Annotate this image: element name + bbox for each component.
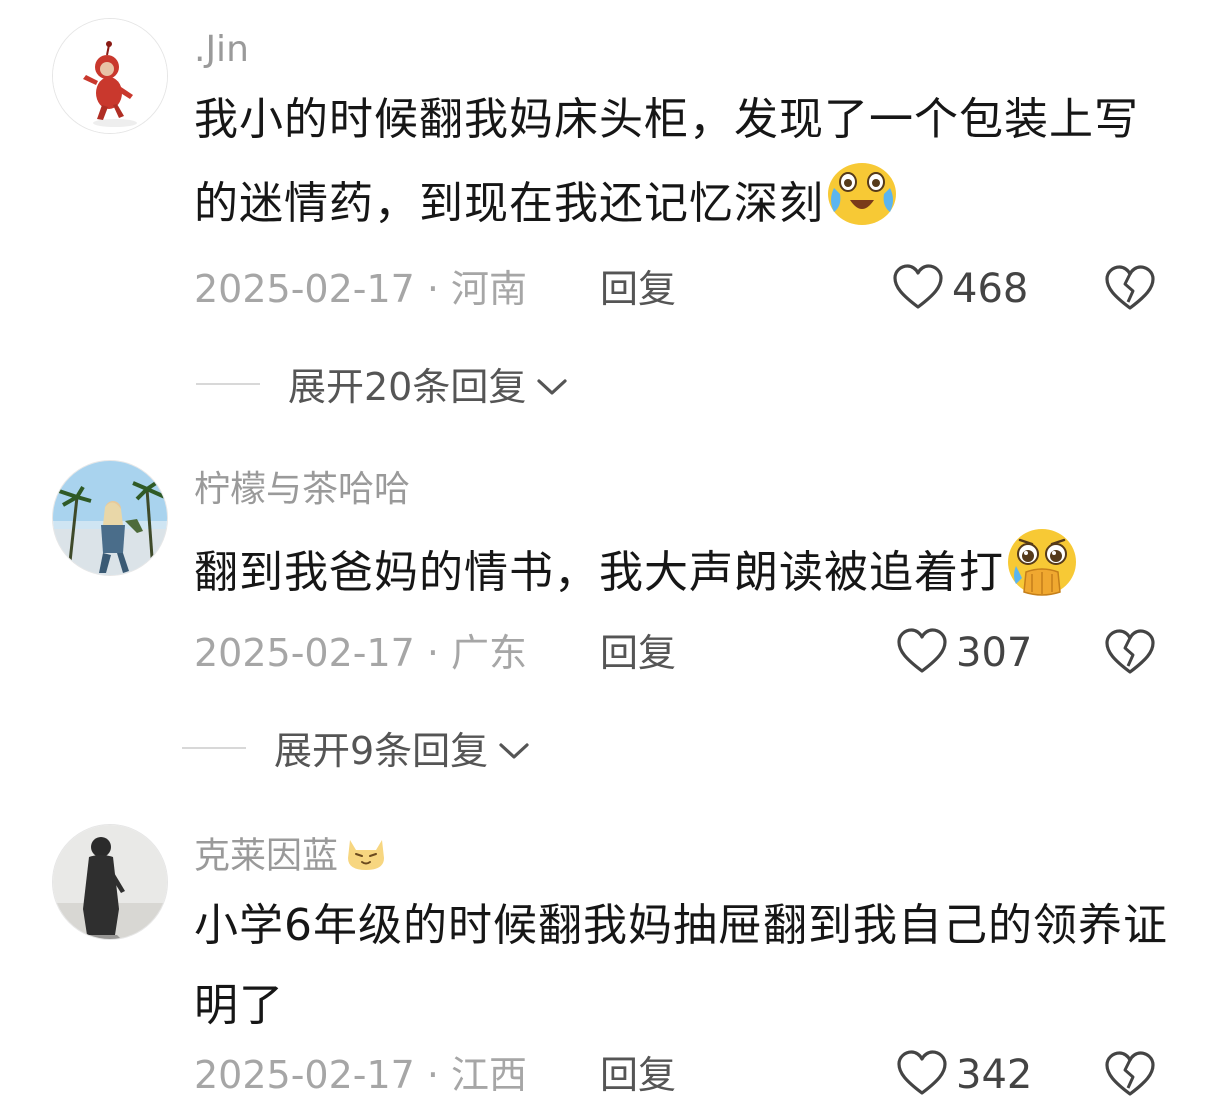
comment-text-content: 翻到我爸妈的情书，我大声朗读被追着打 — [194, 547, 1004, 598]
like-button[interactable]: 468 — [892, 264, 1028, 314]
like-count: 342 — [956, 1052, 1033, 1098]
heart-icon — [892, 263, 944, 315]
comment-date: 2025-02-17 — [194, 1053, 415, 1097]
comment-meta: 2025-02-17 · 江西 — [194, 1050, 527, 1100]
expand-replies-button[interactable]: 展开20条回复 — [196, 356, 568, 411]
comment-meta: 2025-02-17 · 广东 — [194, 628, 527, 678]
comment-meta: 2025-02-17 · 河南 — [194, 264, 527, 314]
crying-laughing-emoji-icon — [826, 160, 898, 252]
comment-text-content: 小学6年级的时候翻我妈抽屉翻到我自己的领养证明了 — [194, 900, 1168, 1031]
expand-replies-label: 展开9条回复 — [274, 729, 489, 773]
chevron-down-icon — [498, 726, 530, 770]
comment-date: 2025-02-17 — [194, 267, 415, 311]
username[interactable]: 克莱因蓝 — [194, 832, 388, 883]
like-count: 307 — [956, 630, 1033, 676]
comment-location: 广东 — [450, 631, 527, 675]
comment-text: 翻到我爸妈的情书，我大声朗读被追着打 — [194, 526, 1174, 624]
meta-separator: · — [426, 631, 439, 675]
broken-heart-icon — [1104, 265, 1156, 316]
reply-button[interactable]: 回复 — [600, 1050, 676, 1100]
like-button[interactable]: 307 — [896, 628, 1032, 678]
comment-text-content: 我小的时候翻我妈床头柜，发现了一个包装上写的迷情药，到现在我还记忆深刻 — [194, 94, 1139, 229]
comment-location: 江西 — [450, 1053, 527, 1097]
heart-icon — [896, 627, 948, 679]
divider-line — [182, 746, 246, 749]
comment-text: 小学6年级的时候翻我妈抽屉翻到我自己的领养证明了 — [194, 886, 1174, 1046]
comment-text: 我小的时候翻我妈床头柜，发现了一个包装上写的迷情药，到现在我还记忆深刻 — [194, 80, 1174, 252]
dislike-button[interactable] — [1104, 628, 1156, 678]
avatar[interactable] — [52, 460, 168, 576]
avatar[interactable] — [52, 18, 168, 134]
reply-button[interactable]: 回复 — [600, 264, 676, 314]
heart-icon — [896, 1049, 948, 1101]
like-count: 468 — [952, 266, 1029, 312]
avatar[interactable] — [52, 824, 168, 940]
username[interactable]: .Jin — [194, 28, 249, 72]
expand-replies-label: 展开20条回复 — [288, 365, 527, 409]
divider-line — [196, 382, 260, 385]
cat-emoji-icon — [344, 832, 388, 883]
dislike-button[interactable] — [1104, 264, 1156, 314]
pleading-hands-emoji-icon — [1006, 526, 1078, 624]
username[interactable]: 柠檬与茶哈哈 — [194, 468, 410, 512]
comment-date: 2025-02-17 — [194, 631, 415, 675]
username-text: 克莱因蓝 — [194, 835, 339, 877]
comment-location: 河南 — [450, 267, 527, 311]
broken-heart-icon — [1104, 629, 1156, 680]
chevron-down-icon — [536, 362, 568, 406]
meta-separator: · — [426, 1053, 439, 1097]
reply-button[interactable]: 回复 — [600, 628, 676, 678]
expand-replies-button[interactable]: 展开9条回复 — [182, 720, 530, 775]
like-button[interactable]: 342 — [896, 1050, 1032, 1100]
broken-heart-icon — [1104, 1051, 1156, 1102]
dislike-button[interactable] — [1104, 1050, 1156, 1100]
meta-separator: · — [426, 267, 439, 311]
